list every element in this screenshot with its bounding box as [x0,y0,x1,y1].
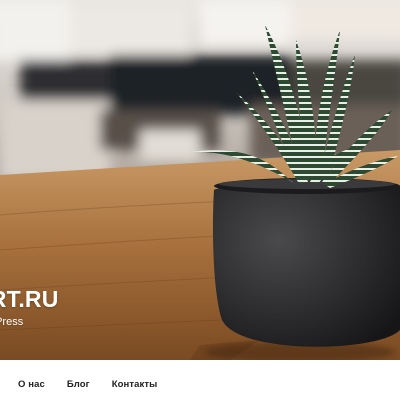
nav-menu: О нас Блог Контакты [0,360,400,400]
main-navigation: О нас Блог Контакты [0,360,400,400]
nav-item-contacts: Контакты [112,374,158,392]
nav-item-about: О нас [18,374,45,392]
nav-link-contacts[interactable]: Контакты [112,379,158,390]
site-description-text: WordPress [0,316,24,328]
nav-link-blog[interactable]: Блог [67,379,90,390]
hero-photo [0,0,400,360]
hero-image: ART.RU WordPress [0,0,400,360]
nav-item-blog: Блог [67,374,90,392]
page: ART.RU WordPress О нас Блог Контакты [0,0,400,400]
site-title-text[interactable]: ART.RU [0,286,59,313]
nav-link-about[interactable]: О нас [18,379,45,390]
site-description: WordPress [0,316,23,328]
site-title[interactable]: ART.RU [0,286,59,313]
